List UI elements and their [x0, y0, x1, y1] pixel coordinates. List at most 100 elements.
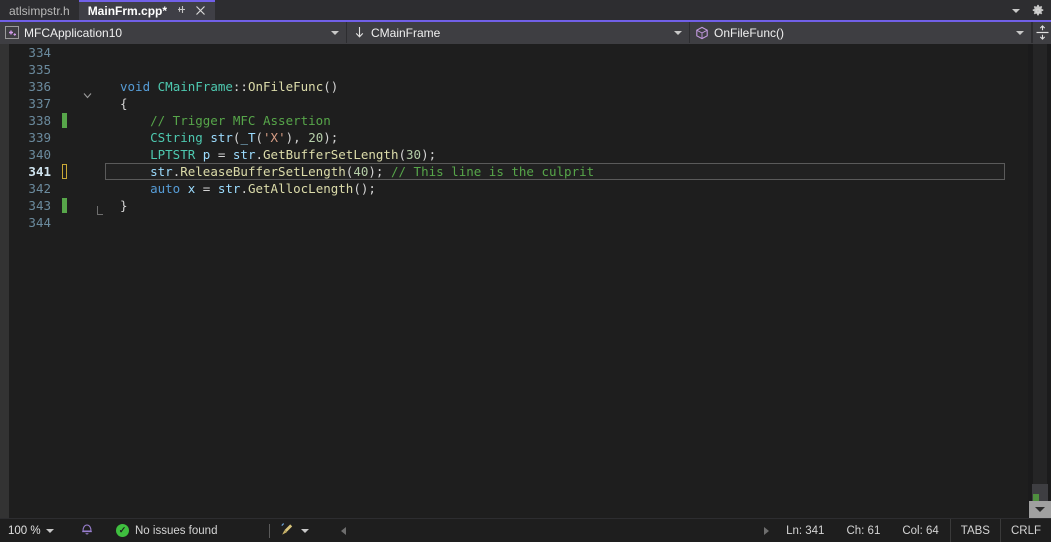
status-divider — [269, 523, 271, 538]
code-token: ); — [323, 130, 339, 145]
line-ending-indicator[interactable]: CRLF — [999, 518, 1051, 542]
status-bar: 100 % ✓ No issues found Ln: 341 Ch: 61 C… — [0, 518, 1051, 542]
code-token: _T — [240, 130, 256, 145]
triangle-right-icon — [764, 526, 770, 535]
broom-icon — [280, 522, 295, 540]
tab-mainfrm-cpp[interactable]: MainFrm.cpp* — [78, 0, 216, 22]
pin-icon[interactable] — [176, 4, 187, 18]
code-cleanup-control[interactable] — [280, 522, 310, 540]
line-number: 336 — [28, 79, 51, 94]
code-token: str — [210, 130, 233, 145]
caret-position-group: Ln: 341 Ch: 61 Col: 64 TABS CRLF — [775, 518, 1051, 542]
zoom-level: 100 % — [8, 524, 41, 537]
line-number: 344 — [28, 215, 51, 230]
code-token: str — [232, 147, 256, 162]
type-name: CMainFrame — [371, 25, 441, 40]
chevron-down-icon[interactable] — [1012, 9, 1020, 13]
code-token: // This line is the culprit — [390, 164, 595, 179]
member-name: OnFileFunc() — [714, 25, 785, 40]
hscroll-right-button[interactable] — [758, 522, 775, 539]
line-number: 339 — [28, 130, 51, 145]
code-line[interactable]: 339 CString str(_T('X'), 20); — [9, 129, 1028, 146]
chevron-down-icon[interactable] — [45, 528, 54, 533]
member-dropdown[interactable]: OnFileFunc() — [690, 22, 1032, 43]
change-marker — [62, 113, 67, 128]
code-token: str — [217, 181, 241, 196]
tab-strip-spacer — [215, 0, 1012, 22]
code-token: CMainFrame — [157, 79, 233, 94]
code-token: LPTSTR — [150, 147, 196, 162]
change-marker — [62, 215, 67, 230]
chevron-down-icon[interactable] — [674, 30, 682, 35]
tab-strip-actions — [1012, 0, 1051, 22]
code-token: :: — [232, 79, 248, 94]
code-token: ), — [285, 130, 309, 145]
code-token: = — [195, 181, 218, 196]
code-token: 20 — [308, 130, 324, 145]
close-icon[interactable] — [195, 5, 206, 18]
code-text[interactable]: str.ReleaseBufferSetLength(40); // This … — [120, 164, 1028, 179]
code-token: ( — [255, 130, 264, 145]
code-line[interactable]: 342 auto x = str.GetAllocLength(); — [9, 180, 1028, 197]
change-marker — [62, 130, 67, 145]
code-token: 'X' — [263, 130, 286, 145]
zoom-control[interactable]: 100 % — [0, 525, 78, 537]
code-text[interactable]: } — [120, 198, 1028, 213]
code-line[interactable]: 343} — [9, 197, 1028, 215]
line-number: 337 — [28, 96, 51, 111]
line-number: 335 — [28, 62, 51, 77]
tab-label: atlsimpstr.h — [9, 4, 70, 18]
code-token: ); — [421, 147, 437, 162]
code-line[interactable]: 334 — [9, 44, 1028, 61]
code-line[interactable]: 341 str.ReleaseBufferSetLength(40); // T… — [9, 163, 1028, 180]
code-line[interactable]: 336 void CMainFrame::OnFileFunc() — [9, 78, 1028, 98]
chevron-down-icon[interactable] — [1016, 30, 1024, 35]
code-token: ); — [368, 164, 391, 179]
code-line[interactable]: 335 — [9, 61, 1028, 78]
change-marker — [62, 62, 67, 77]
change-marker — [62, 45, 67, 60]
hscroll-left-button[interactable] — [335, 522, 352, 539]
code-text[interactable]: { — [120, 96, 1028, 111]
tab-atlsimpstr-h[interactable]: atlsimpstr.h — [0, 0, 79, 22]
line-number: 343 — [28, 198, 51, 213]
code-line[interactable]: 337 { — [9, 95, 1028, 112]
project-dropdown[interactable]: MFCApplication10 — [0, 22, 347, 43]
code-text[interactable]: // Trigger MFC Assertion — [120, 113, 1028, 128]
gear-icon[interactable] — [1031, 4, 1045, 18]
split-editor-icon[interactable] — [1032, 22, 1051, 43]
indent-mode-indicator[interactable]: TABS — [949, 518, 1000, 542]
code-line[interactable]: 340 LPTSTR p = str.GetBufferSetLength(30… — [9, 146, 1028, 163]
issues-status[interactable]: ✓ No issues found — [116, 524, 217, 537]
scrollbar-track[interactable] — [1033, 44, 1047, 501]
code-token: () — [323, 79, 339, 94]
tab-label: MainFrm.cpp* — [87, 4, 168, 18]
line-number: 340 — [28, 147, 51, 162]
code-token: { — [120, 96, 128, 111]
chevron-down-icon[interactable] — [301, 528, 310, 533]
code-text[interactable]: CString str(_T('X'), 20); — [120, 130, 1028, 145]
code-editor[interactable]: 334 335 336 void CMainFrame::OnFileFunc() 33… — [9, 44, 1028, 518]
code-token: OnFileFunc — [247, 79, 324, 94]
code-text[interactable]: auto x = str.GetAllocLength(); — [120, 181, 1028, 196]
chevron-down-icon[interactable] — [331, 30, 339, 35]
code-line[interactable]: 344 — [9, 214, 1028, 231]
code-token: str — [150, 164, 173, 179]
char-indicator: Ch: 61 — [846, 524, 881, 537]
code-text[interactable]: LPTSTR p = str.GetBufferSetLength(30); — [120, 147, 1028, 162]
type-dropdown[interactable]: CMainFrame — [347, 22, 690, 43]
code-line[interactable]: 338 // Trigger MFC Assertion — [9, 112, 1028, 129]
feedback-icon[interactable] — [80, 522, 94, 539]
vertical-scrollbar[interactable] — [1028, 44, 1051, 518]
code-token: void — [120, 79, 158, 94]
scrollbar-down-button[interactable] — [1029, 501, 1051, 518]
code-token: ReleaseBufferSetLength — [180, 164, 346, 179]
code-token: } — [120, 198, 128, 213]
navigation-bar: MFCApplication10 CMainFrame OnFileFunc() — [0, 22, 1051, 44]
code-text[interactable]: void CMainFrame::OnFileFunc() — [120, 79, 1028, 94]
